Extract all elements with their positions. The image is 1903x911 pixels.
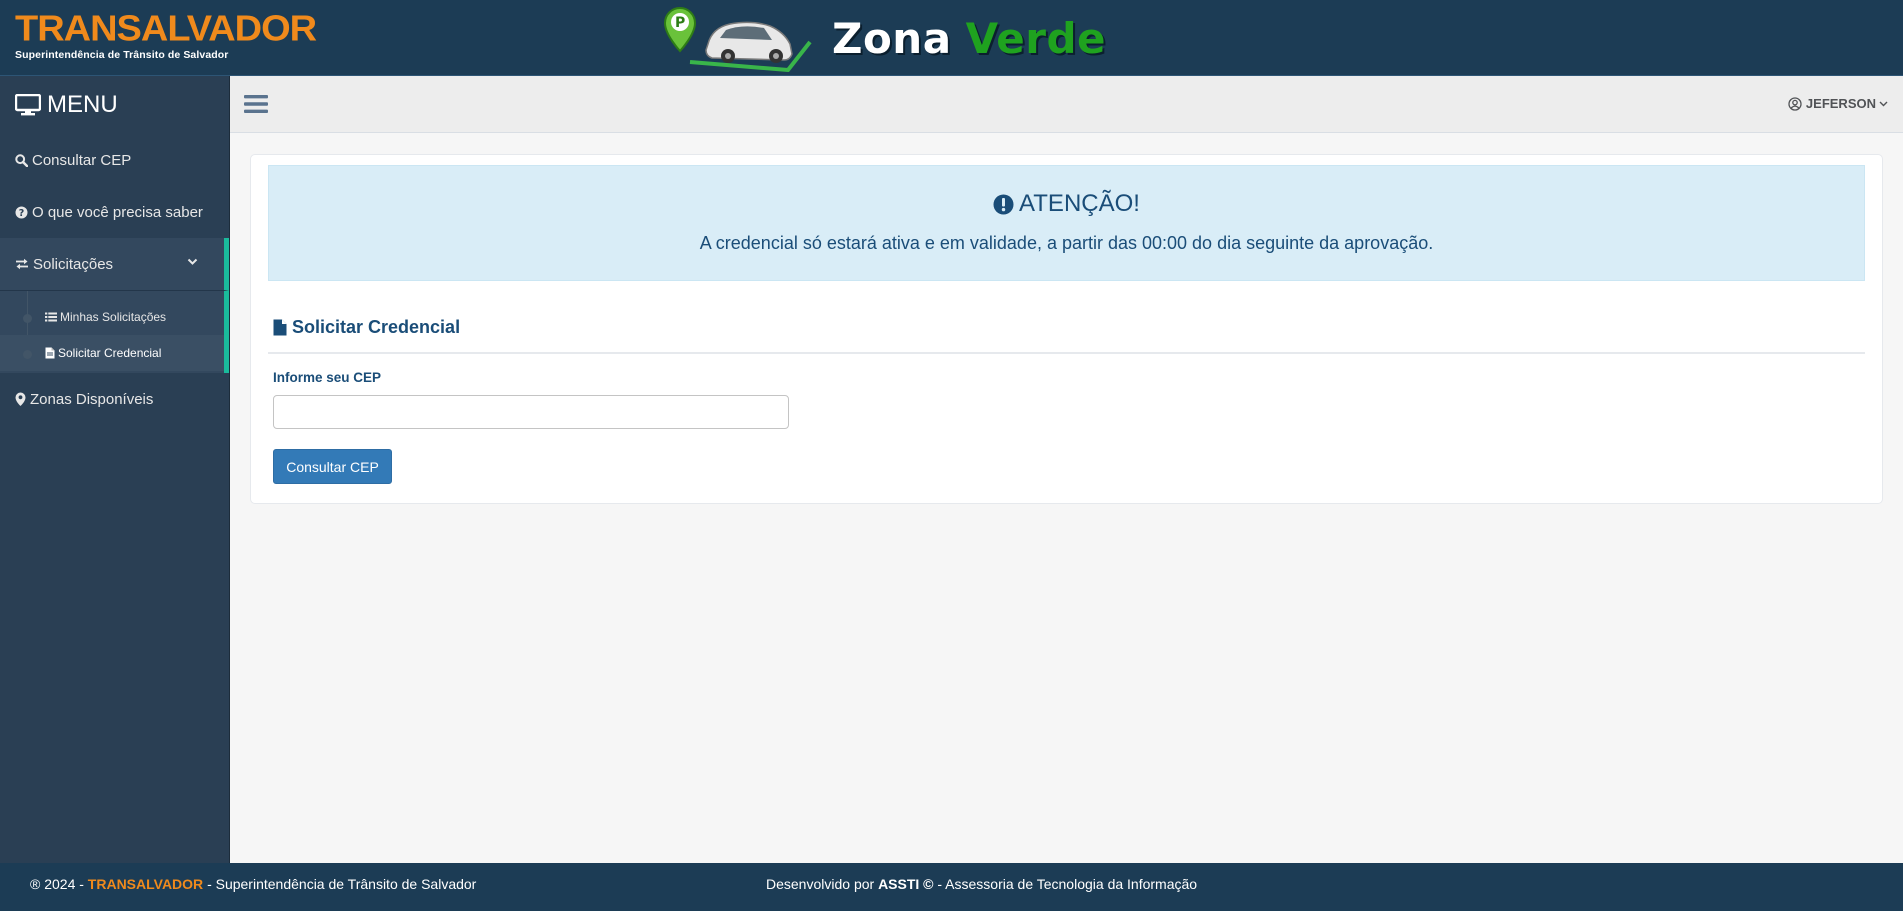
- menu-title: MENU: [47, 91, 118, 118]
- sidebar-item-label: Solicitar Credencial: [58, 346, 162, 360]
- file-icon: [45, 347, 55, 359]
- sidebar-item-consultar-cep[interactable]: Consultar CEP: [0, 134, 229, 186]
- footer-developer: Desenvolvido por ASSTI © - Assessoria de…: [766, 876, 1197, 892]
- tree-dot: [23, 314, 32, 323]
- sidebar-item-o-que-voce-precisa-saber[interactable]: ? O que você precisa saber: [0, 186, 229, 238]
- transalvador-logo[interactable]: TRANSALVADOR Superintendência de Trânsit…: [15, 9, 317, 61]
- chevron-down-icon: [1879, 101, 1888, 106]
- sidebar-item-label: Zonas Disponíveis: [30, 390, 154, 408]
- section-divider: [268, 352, 1865, 354]
- user-circle-icon: [1788, 96, 1802, 111]
- parking-car-icon: P: [663, 6, 812, 72]
- sidebar-item-minhas-solicitacoes[interactable]: Minhas Solicitações: [0, 299, 224, 335]
- sidebar-item-label: Solicitações: [33, 255, 114, 273]
- dev-suffix: - Assessoria de Tecnologia da Informação: [937, 876, 1198, 892]
- sidebar-item-label: Minhas Solicitações: [60, 310, 167, 324]
- search-icon: [15, 153, 28, 167]
- section-title: Solicitar Credencial: [273, 317, 460, 338]
- consultar-cep-button[interactable]: Consultar CEP: [273, 449, 392, 484]
- cep-label: Informe seu CEP: [273, 370, 382, 385]
- desktop-icon: [15, 94, 41, 116]
- sidebar-item-zonas-disponiveis[interactable]: Zonas Disponíveis: [0, 373, 229, 425]
- top-navbar: JEFERSON: [230, 76, 1903, 133]
- alert-message: A credencial só estará ativa e em valida…: [699, 233, 1434, 253]
- dev-name: ASSTI ©: [878, 876, 934, 892]
- sidebar-item-label: Consultar CEP: [32, 151, 132, 169]
- section-title-text: Solicitar Credencial: [292, 317, 461, 337]
- brand-name: TRANSALVADOR: [15, 9, 317, 49]
- alert-title-text: ATENÇÃO!: [1019, 190, 1140, 217]
- svg-text:?: ?: [19, 208, 25, 219]
- content-panel: ATENÇÃO! A credencial só estará ativa e …: [250, 154, 1883, 504]
- chevron-down-icon[interactable]: [187, 258, 198, 266]
- user-menu[interactable]: JEFERSON: [1788, 96, 1888, 111]
- logo-word-verde: Verde: [965, 13, 1107, 63]
- hamburger-menu-icon[interactable]: [244, 94, 268, 114]
- sidebar-item-solicitacoes[interactable]: Solicitações: [0, 238, 229, 290]
- exclamation-circle-icon: [993, 194, 1014, 214]
- svg-text:P: P: [675, 15, 685, 31]
- sidebar-item-solicitar-credencial[interactable]: Solicitar Credencial: [0, 335, 224, 371]
- exchange-icon: [16, 258, 28, 270]
- logo-word-zona: Zona: [832, 13, 952, 63]
- list-icon: [45, 312, 57, 322]
- submenu-solicitacoes: Minhas Solicitações Solicitar Credencial: [0, 290, 229, 373]
- zona-verde-title: Zona Verde: [832, 14, 1106, 63]
- menu-header: MENU: [0, 76, 229, 134]
- sidebar-item-label: O que você precisa saber: [32, 203, 203, 221]
- top-header: TRANSALVADOR Superintendência de Trânsit…: [0, 0, 1903, 76]
- alert-title: ATENÇÃO!: [269, 190, 1864, 218]
- footer: ® 2024 - TRANSALVADOR - Superintendência…: [0, 863, 1903, 911]
- zona-verde-logo: P Zona Verde: [660, 4, 1106, 72]
- user-name: JEFERSON: [1805, 96, 1876, 111]
- copyright-prefix: ® 2024 -: [30, 876, 84, 892]
- tree-dot: [23, 350, 32, 359]
- footer-copyright: ® 2024 - TRANSALVADOR - Superintendência…: [30, 876, 476, 892]
- file-icon: [273, 319, 287, 336]
- sidebar: MENU Consultar CEP ? O que você precisa …: [0, 76, 230, 863]
- brand-subtitle: Superintendência de Trânsito de Salvador: [15, 49, 229, 61]
- footer-org-suffix: - Superintendência de Trânsito de Salvad…: [207, 876, 477, 892]
- footer-org-name: TRANSALVADOR: [87, 876, 204, 892]
- cep-input[interactable]: [273, 395, 789, 429]
- dev-prefix: Desenvolvido por: [766, 876, 875, 892]
- attention-alert: ATENÇÃO! A credencial só estará ativa e …: [268, 165, 1865, 281]
- question-circle-icon: ?: [15, 206, 28, 219]
- map-marker-icon: [15, 392, 26, 406]
